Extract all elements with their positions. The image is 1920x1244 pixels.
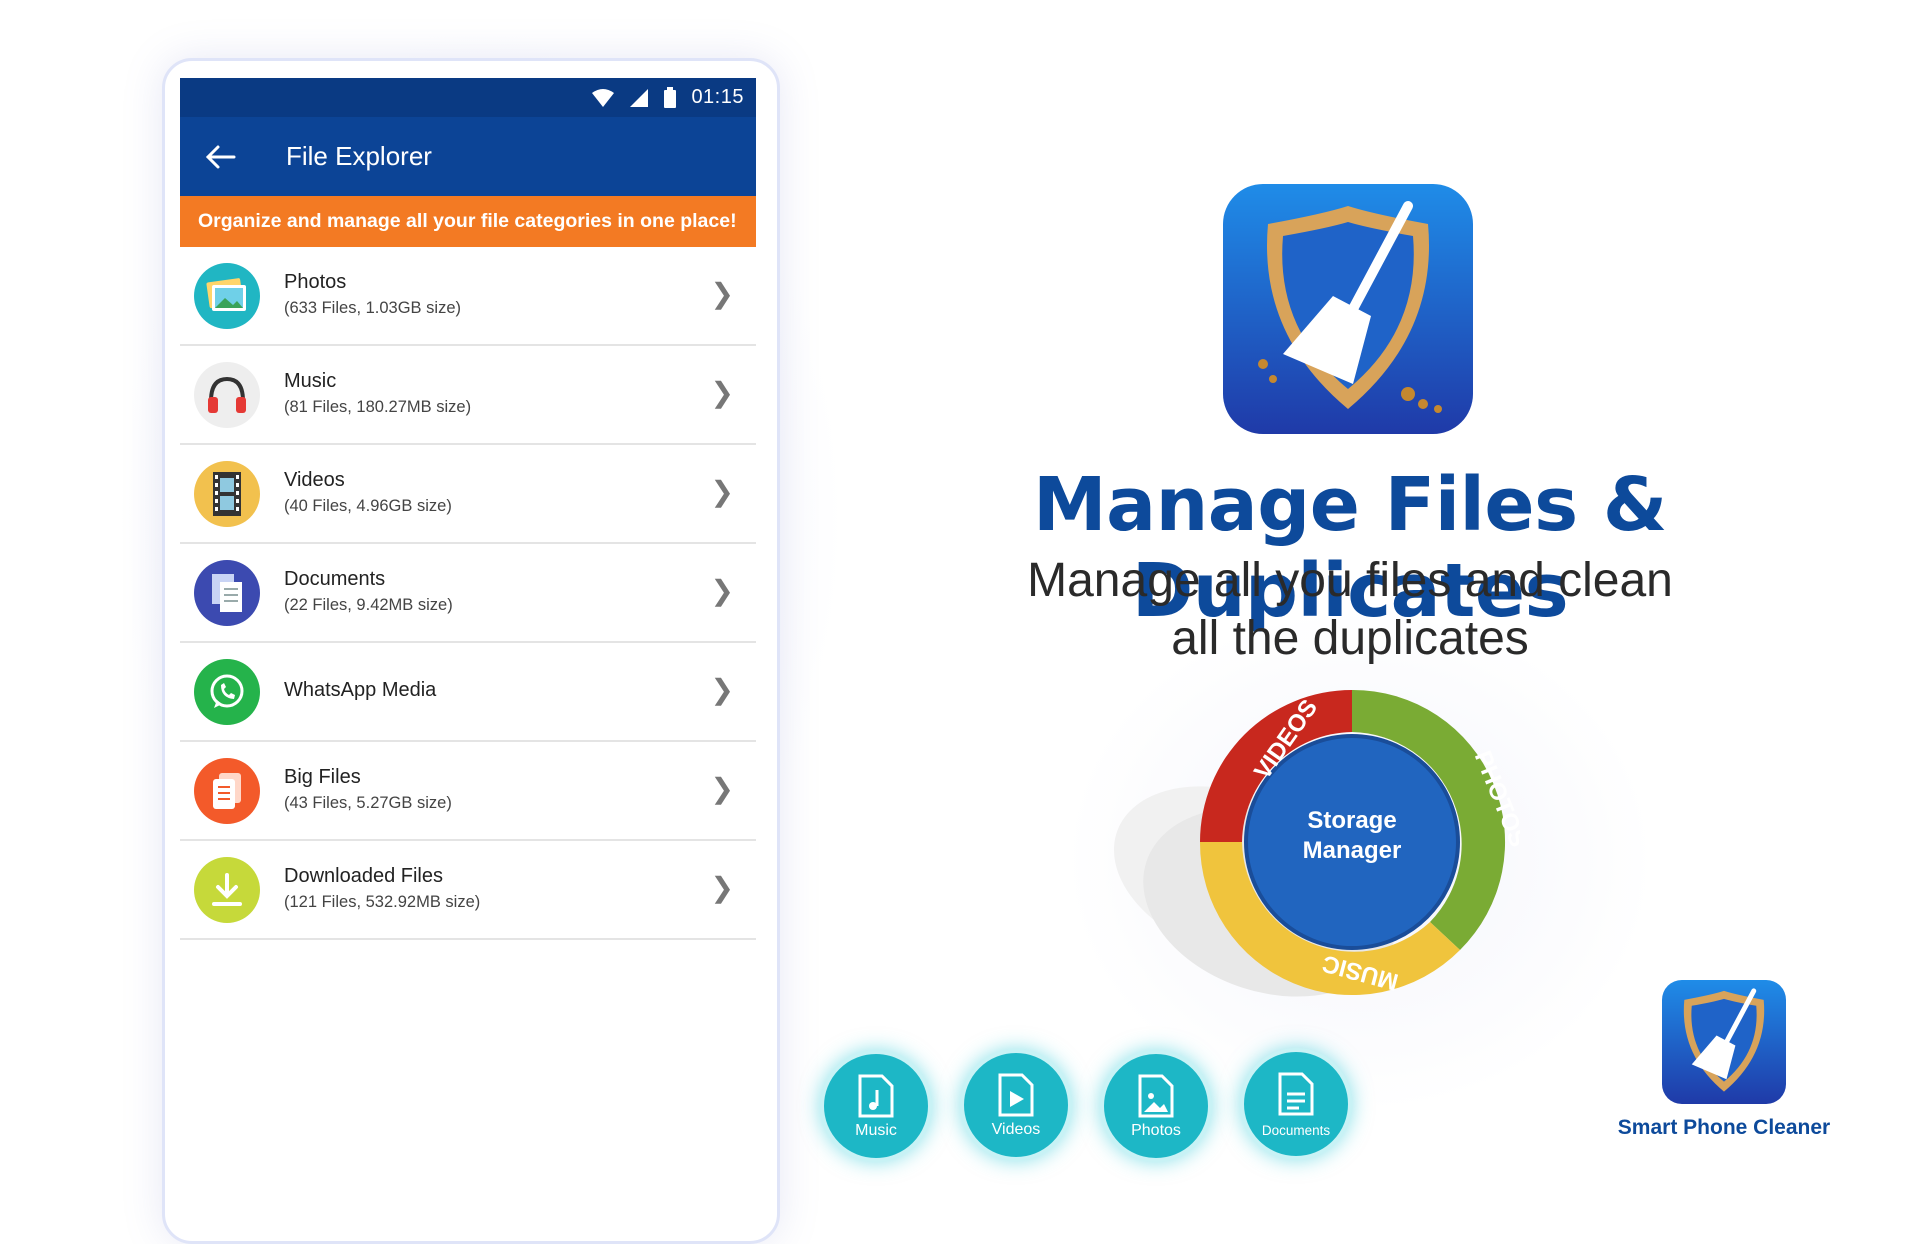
app-bar: File Explorer [180,117,756,196]
category-label: Photos [1131,1122,1181,1139]
film-icon [194,461,260,527]
wifi-icon [592,88,615,107]
download-icon [194,857,260,923]
photos-icon [194,263,260,329]
brand-logo-icon [1662,980,1786,1104]
category-list: Photos (633 Files, 1.03GB size) ❯ Music … [180,247,756,940]
chevron-right-icon: ❯ [710,872,734,903]
headphones-icon [194,362,260,428]
chevron-right-icon: ❯ [710,377,734,408]
item-subtitle: (22 Files, 9.42MB size) [284,596,453,614]
promo-subline: Manage all you files and clean all the d… [940,552,1760,668]
list-item-music[interactable]: Music (81 Files, 180.27MB size) ❯ [180,346,756,445]
item-title: Music [284,370,337,392]
status-time: 01:15 [691,86,744,108]
item-title: Downloaded Files [284,865,443,887]
app-logo-icon [1223,184,1473,434]
status-bar: 01:15 [180,78,756,117]
phone-screen: 01:15 File Explorer Organize and manage … [180,78,756,1200]
document-file-icon [1278,1072,1314,1116]
item-subtitle: (43 Files, 5.27GB size) [284,794,452,812]
item-title: Videos [284,469,345,491]
documents-category-button[interactable]: Documents [1240,1048,1352,1160]
list-item-photos[interactable]: Photos (633 Files, 1.03GB size) ❯ [180,247,756,346]
list-item-whatsapp[interactable]: WhatsApp Media ❯ [180,643,756,742]
category-label: Music [855,1122,897,1139]
chevron-right-icon: ❯ [710,773,734,804]
list-item-videos[interactable]: Videos (40 Files, 4.96GB size) ❯ [180,445,756,544]
chevron-right-icon: ❯ [710,575,734,606]
list-item-downloaded-files[interactable]: Downloaded Files (121 Files, 532.92MB si… [180,841,756,940]
category-label: Videos [991,1121,1041,1138]
battery-icon [664,86,677,108]
promo-subline-1: Manage all you files and clean [1027,554,1673,607]
promo-subline-2: all the duplicates [1171,612,1529,665]
photos-category-button[interactable]: Photos [1100,1050,1212,1162]
storage-label-line-1: Storage [1307,807,1397,834]
chevron-right-icon: ❯ [710,476,734,507]
signal-icon [630,88,649,107]
photo-file-icon [1138,1074,1174,1118]
documents-icon [194,560,260,626]
video-file-icon [998,1073,1034,1117]
videos-category-button[interactable]: Videos [960,1049,1072,1161]
chevron-right-icon: ❯ [710,278,734,309]
list-item-big-files[interactable]: Big Files (43 Files, 5.27GB size) ❯ [180,742,756,841]
app-title: File Explorer [286,141,432,171]
back-arrow-icon[interactable] [202,139,238,175]
item-title: Big Files [284,766,361,788]
music-file-icon [858,1074,894,1118]
item-subtitle: (40 Files, 4.96GB size) [284,497,452,515]
list-item-documents[interactable]: Documents (22 Files, 9.42MB size) ❯ [180,544,756,643]
storage-label-line-2: Manager [1302,837,1402,864]
brand-name: Smart Phone Cleaner [1617,1116,1831,1139]
info-banner: Organize and manage all your file catego… [180,196,756,247]
storage-manager-label: Storage Manager [1246,806,1458,866]
whatsapp-icon [194,659,260,725]
big-files-icon [194,758,260,824]
item-subtitle: (633 Files, 1.03GB size) [284,299,461,317]
item-title: WhatsApp Media [284,679,437,701]
item-title: Photos [284,271,347,293]
music-category-button[interactable]: Music [820,1050,932,1162]
chevron-right-icon: ❯ [710,674,734,705]
item-title: Documents [284,568,386,590]
item-subtitle: (81 Files, 180.27MB size) [284,398,472,416]
category-label: Documents [1261,1123,1331,1138]
item-subtitle: (121 Files, 532.92MB size) [284,893,481,911]
